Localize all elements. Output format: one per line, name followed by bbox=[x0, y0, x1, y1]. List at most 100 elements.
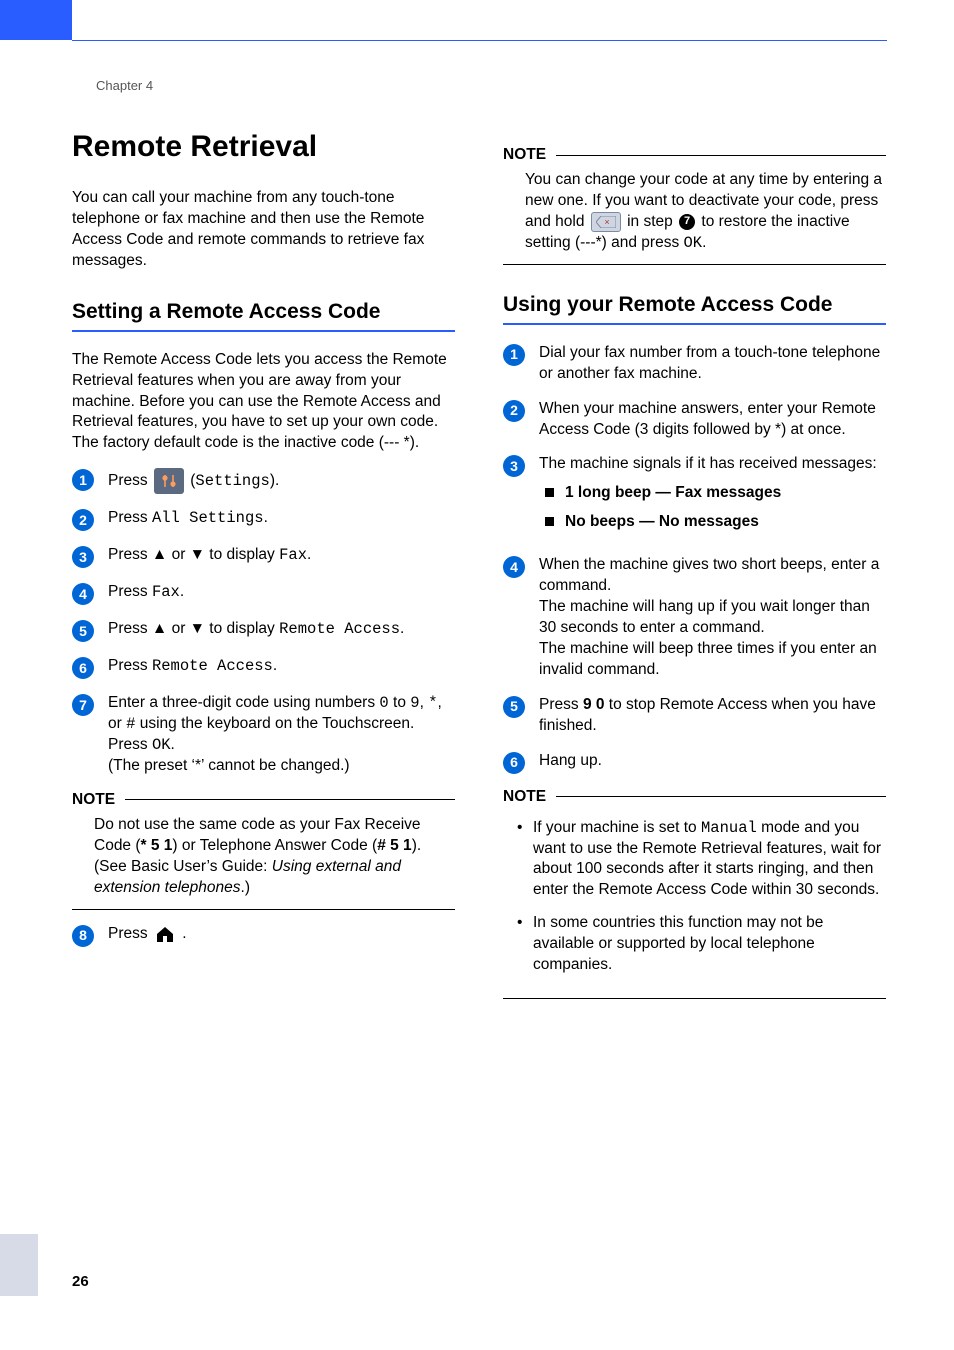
home-icon bbox=[154, 924, 176, 944]
step-text: The machine signals if it has received m… bbox=[539, 455, 877, 472]
step-text: using the keyboard on the Touchscreen. bbox=[135, 715, 414, 732]
note-bold: # 5 1 bbox=[377, 837, 411, 854]
step-text: Press bbox=[108, 472, 152, 489]
note-rule bbox=[556, 155, 886, 156]
step-badge: 5 bbox=[503, 696, 525, 718]
note-list: If your machine is set to Manual mode an… bbox=[517, 818, 886, 976]
note-label: NOTE bbox=[503, 788, 546, 806]
inline-step-badge: 7 bbox=[679, 214, 695, 230]
note-body: If your machine is set to Manual mode an… bbox=[503, 806, 886, 999]
step-4: 4 Press Fax. bbox=[72, 582, 455, 605]
left-steps-continued: 8 Press . bbox=[72, 924, 455, 947]
code-text: * bbox=[428, 694, 437, 712]
step-text: When your machine answers, enter your Re… bbox=[539, 399, 886, 441]
note-text: in step bbox=[627, 213, 677, 230]
note-text: ) or Telephone Answer Code ( bbox=[172, 837, 377, 854]
code-text: 9 bbox=[410, 694, 419, 712]
list-item: 1 long beep — Fax messages bbox=[545, 483, 886, 504]
note-bold: * 5 1 bbox=[141, 837, 173, 854]
code-text: # bbox=[126, 715, 135, 733]
step-text: Enter a three-digit code using numbers bbox=[108, 694, 379, 711]
step-text: Press bbox=[108, 657, 152, 674]
step-badge: 2 bbox=[503, 400, 525, 422]
list-item: No beeps — No messages bbox=[545, 512, 886, 533]
code-text: Remote Access bbox=[152, 657, 273, 675]
list-item: In some countries this function may not … bbox=[517, 913, 886, 976]
step-2: 2 Press All Settings. bbox=[72, 508, 455, 531]
step-text: . bbox=[307, 546, 311, 563]
code-text: Remote Access bbox=[279, 620, 400, 638]
step-text: to bbox=[389, 694, 411, 711]
step-text: Hang up. bbox=[539, 751, 886, 772]
step-badge: 5 bbox=[72, 620, 94, 642]
note-heading: NOTE bbox=[503, 146, 886, 164]
step-7: 7 Enter a three-digit code using numbers… bbox=[72, 693, 455, 777]
step-badge: 1 bbox=[72, 469, 94, 491]
right-heading: Using your Remote Access Code bbox=[503, 293, 886, 317]
step-badge: 1 bbox=[503, 344, 525, 366]
note-label: NOTE bbox=[72, 791, 115, 809]
step-text: The machine will hang up if you wait lon… bbox=[539, 598, 870, 636]
note-rule bbox=[125, 799, 455, 800]
code-text: OK bbox=[152, 736, 171, 754]
left-heading: Setting a Remote Access Code bbox=[72, 300, 455, 324]
code-text: All Settings bbox=[152, 509, 264, 527]
step-text: . bbox=[273, 657, 277, 674]
step-badge: 8 bbox=[72, 925, 94, 947]
code-text: 0 bbox=[379, 694, 388, 712]
note-label: NOTE bbox=[503, 146, 546, 164]
left-column: Remote Retrieval You can call your machi… bbox=[72, 130, 455, 1013]
code-text: Fax bbox=[279, 546, 307, 564]
step-text: Press bbox=[539, 696, 583, 713]
svg-text:×: × bbox=[604, 217, 609, 227]
step-text: Press bbox=[108, 736, 152, 753]
step-1: 1 Dial your fax number from a touch-tone… bbox=[503, 343, 886, 385]
header-blue-block bbox=[0, 0, 72, 40]
left-steps: 1 Press (Settings). 2 Press All Settings… bbox=[72, 468, 455, 777]
step-badge: 7 bbox=[72, 694, 94, 716]
step-3: 3 The machine signals if it has received… bbox=[503, 454, 886, 541]
right-column: NOTE You can change your code at any tim… bbox=[503, 130, 886, 1013]
note-body: You can change your code at any time by … bbox=[503, 164, 886, 265]
step-text: (The preset ‘*’ cannot be changed.) bbox=[108, 757, 350, 774]
step-6: 6 Hang up. bbox=[503, 751, 886, 774]
step-text: Press bbox=[108, 925, 152, 942]
step-6: 6 Press Remote Access. bbox=[72, 656, 455, 679]
step-text: Dial your fax number from a touch-tone t… bbox=[539, 343, 886, 385]
note-body: Do not use the same code as your Fax Rec… bbox=[72, 809, 455, 910]
note-text: . bbox=[702, 234, 706, 251]
code-text: OK bbox=[684, 234, 703, 252]
code-text: Settings bbox=[195, 472, 269, 490]
header-rule bbox=[72, 40, 887, 41]
step-badge: 4 bbox=[72, 583, 94, 605]
step-2: 2 When your machine answers, enter your … bbox=[503, 399, 886, 441]
intro-paragraph: You can call your machine from any touch… bbox=[72, 188, 455, 272]
note-text: .) bbox=[241, 879, 250, 896]
list-item: If your machine is set to Manual mode an… bbox=[517, 818, 886, 902]
step-text: . bbox=[180, 583, 184, 600]
page-content: Remote Retrieval You can call your machi… bbox=[72, 130, 887, 1013]
step-text: . bbox=[182, 925, 186, 942]
heading-rule bbox=[503, 323, 886, 325]
note-rule bbox=[556, 796, 886, 797]
signal-list: 1 long beep — Fax messages No beeps — No… bbox=[545, 483, 886, 533]
step-3: 3 Press ▲ or ▼ to display Fax. bbox=[72, 545, 455, 568]
step-text: The machine will beep three times if you… bbox=[539, 640, 877, 678]
step-text: . bbox=[400, 620, 404, 637]
side-tab bbox=[0, 1234, 38, 1296]
page-number: 26 bbox=[72, 1273, 89, 1290]
step-5: 5 Press ▲ or ▼ to display Remote Access. bbox=[72, 619, 455, 642]
right-steps: 1 Dial your fax number from a touch-tone… bbox=[503, 343, 886, 774]
step-5: 5 Press 9 0 to stop Remote Access when y… bbox=[503, 695, 886, 737]
note-heading: NOTE bbox=[503, 788, 886, 806]
step-text: Press bbox=[108, 583, 152, 600]
step-badge: 2 bbox=[72, 509, 94, 531]
step-text: ). bbox=[270, 472, 279, 489]
step-badge: 3 bbox=[503, 455, 525, 477]
step-badge: 6 bbox=[503, 752, 525, 774]
code-text: Fax bbox=[152, 583, 180, 601]
step-text: Press bbox=[108, 509, 152, 526]
step-8: 8 Press . bbox=[72, 924, 455, 947]
step-text: Press ▲ or ▼ to display bbox=[108, 620, 279, 637]
settings-icon bbox=[154, 468, 184, 494]
